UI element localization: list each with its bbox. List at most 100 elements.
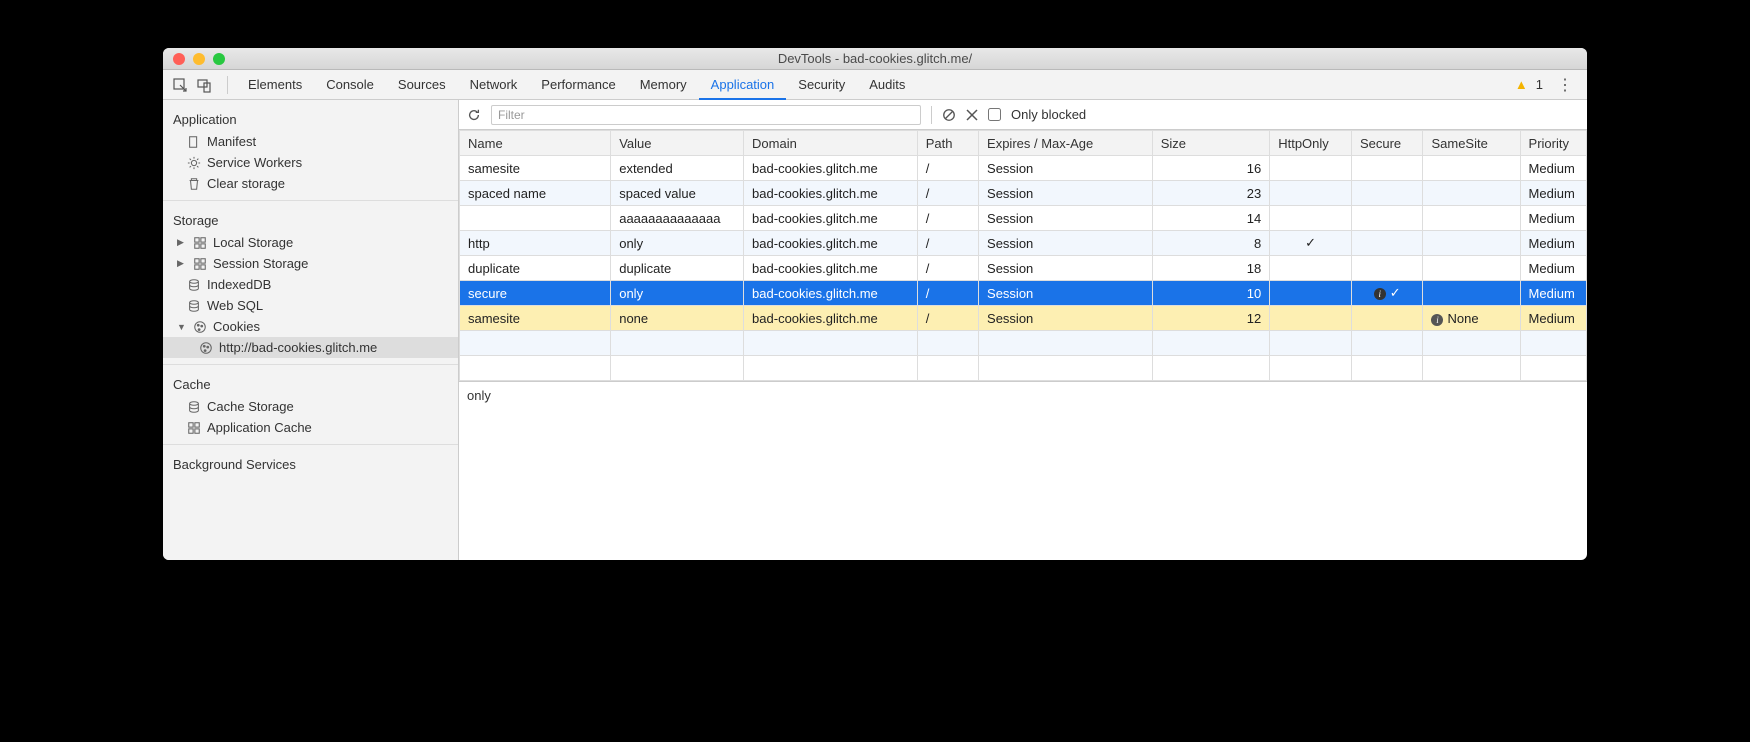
column-header[interactable]: Path <box>917 131 978 156</box>
sidebar-item-clear-storage[interactable]: Clear storage <box>163 173 458 194</box>
tab-console[interactable]: Console <box>314 70 386 100</box>
sidebar-item-indexeddb[interactable]: IndexedDB <box>163 274 458 295</box>
table-cell: Session <box>979 181 1153 206</box>
tab-audits[interactable]: Audits <box>857 70 917 100</box>
table-cell: Medium <box>1520 206 1586 231</box>
table-row[interactable]: samesitenonebad-cookies.glitch.me/Sessio… <box>460 306 1587 331</box>
table-cell <box>1270 181 1352 206</box>
table-cell: http <box>460 231 611 256</box>
delete-selected-icon[interactable] <box>966 109 978 121</box>
tab-sources[interactable]: Sources <box>386 70 458 100</box>
table-row[interactable]: secureonlybad-cookies.glitch.me/Session1… <box>460 281 1587 306</box>
sidebar-section-cache: Cache <box>163 371 458 396</box>
table-row[interactable]: spaced namespaced valuebad-cookies.glitc… <box>460 181 1587 206</box>
inspect-icon[interactable] <box>171 77 189 93</box>
tab-memory[interactable]: Memory <box>628 70 699 100</box>
table-cell <box>460 206 611 231</box>
table-cell <box>1423 356 1520 381</box>
table-cell: / <box>917 206 978 231</box>
table-row[interactable]: duplicateduplicatebad-cookies.glitch.me/… <box>460 256 1587 281</box>
table-cell: 18 <box>1152 256 1270 281</box>
sidebar-item-label: Web SQL <box>207 298 263 313</box>
table-cell <box>1351 331 1423 356</box>
table-cell: bad-cookies.glitch.me <box>744 206 918 231</box>
column-header[interactable]: Expires / Max-Age <box>979 131 1153 156</box>
column-header[interactable]: SameSite <box>1423 131 1520 156</box>
sidebar-item-manifest[interactable]: Manifest <box>163 131 458 152</box>
trash-icon <box>187 177 201 191</box>
only-blocked-label: Only blocked <box>1011 107 1086 122</box>
column-header[interactable]: Domain <box>744 131 918 156</box>
sidebar-item-session-storage[interactable]: ▶Session Storage <box>163 253 458 274</box>
sidebar-item-cache-storage[interactable]: Cache Storage <box>163 396 458 417</box>
tab-application[interactable]: Application <box>699 70 787 100</box>
sidebar-item-label: Cookies <box>213 319 260 334</box>
column-header[interactable]: Priority <box>1520 131 1586 156</box>
devtools-window: DevTools - bad-cookies.glitch.me/ Elemen… <box>163 48 1587 560</box>
column-header[interactable]: Value <box>611 131 744 156</box>
column-header[interactable]: HttpOnly <box>1270 131 1352 156</box>
table-cell: bad-cookies.glitch.me <box>744 306 918 331</box>
close-window-button[interactable] <box>173 53 185 65</box>
clear-all-icon[interactable] <box>942 108 956 122</box>
table-cell: samesite <box>460 156 611 181</box>
table-cell <box>979 356 1153 381</box>
gear-icon <box>187 156 201 170</box>
tab-network[interactable]: Network <box>458 70 530 100</box>
table-cell: / <box>917 156 978 181</box>
tab-elements[interactable]: Elements <box>236 70 314 100</box>
table-cell <box>1351 256 1423 281</box>
table-row[interactable]: samesiteextendedbad-cookies.glitch.me/Se… <box>460 156 1587 181</box>
doc-icon <box>187 135 201 149</box>
table-cell: 10 <box>1152 281 1270 306</box>
table-cell: 12 <box>1152 306 1270 331</box>
expand-triangle-icon: ▶ <box>177 237 187 248</box>
device-toggle-icon[interactable] <box>195 77 213 93</box>
sidebar-item-label: Session Storage <box>213 256 308 271</box>
column-header[interactable]: Size <box>1152 131 1270 156</box>
table-cell: Session <box>979 306 1153 331</box>
table-cell <box>1270 356 1352 381</box>
refresh-icon[interactable] <box>467 108 481 122</box>
table-cell <box>1351 306 1423 331</box>
column-header[interactable]: Secure <box>1351 131 1423 156</box>
table-cell: Medium <box>1520 231 1586 256</box>
sidebar-item-local-storage[interactable]: ▶Local Storage <box>163 232 458 253</box>
table-cell <box>1423 256 1520 281</box>
table-cell <box>611 331 744 356</box>
tab-security[interactable]: Security <box>786 70 857 100</box>
sidebar-item-service-workers[interactable]: Service Workers <box>163 152 458 173</box>
separator <box>163 444 458 445</box>
table-cell: duplicate <box>460 256 611 281</box>
warning-count: 1 <box>1536 77 1543 92</box>
table-cell: bad-cookies.glitch.me <box>744 281 918 306</box>
table-cell: 8 <box>1152 231 1270 256</box>
sidebar-item-cookies[interactable]: ▼Cookies <box>163 316 458 337</box>
table-cell: bad-cookies.glitch.me <box>744 181 918 206</box>
more-menu-icon[interactable]: ⋮ <box>1551 75 1579 95</box>
maximize-window-button[interactable] <box>213 53 225 65</box>
table-cell <box>1351 231 1423 256</box>
cookies-panel: Only blocked NameValueDomainPathExpires … <box>459 100 1587 560</box>
tab-performance[interactable]: Performance <box>529 70 627 100</box>
table-cell: samesite <box>460 306 611 331</box>
table-cell <box>744 356 918 381</box>
table-row[interactable]: aaaaaaaaaaaaaabad-cookies.glitch.me/Sess… <box>460 206 1587 231</box>
table-row[interactable]: httponlybad-cookies.glitch.me/Session8✓M… <box>460 231 1587 256</box>
grid-icon <box>187 421 201 435</box>
table-cell: aaaaaaaaaaaaaa <box>611 206 744 231</box>
sidebar-item-web-sql[interactable]: Web SQL <box>163 295 458 316</box>
sidebar-item-label: Application Cache <box>207 420 312 435</box>
column-header[interactable]: Name <box>460 131 611 156</box>
table-cell: secure <box>460 281 611 306</box>
table-cell <box>1270 281 1352 306</box>
warning-icon[interactable]: ▲ <box>1515 77 1528 92</box>
table-cell: 14 <box>1152 206 1270 231</box>
sidebar-item-cookie-origin[interactable]: http://bad-cookies.glitch.me <box>163 337 458 358</box>
sidebar-item-application-cache[interactable]: Application Cache <box>163 417 458 438</box>
only-blocked-checkbox[interactable] <box>988 108 1001 121</box>
filter-input[interactable] <box>491 105 921 125</box>
minimize-window-button[interactable] <box>193 53 205 65</box>
table-cell: / <box>917 306 978 331</box>
table-cell: 23 <box>1152 181 1270 206</box>
